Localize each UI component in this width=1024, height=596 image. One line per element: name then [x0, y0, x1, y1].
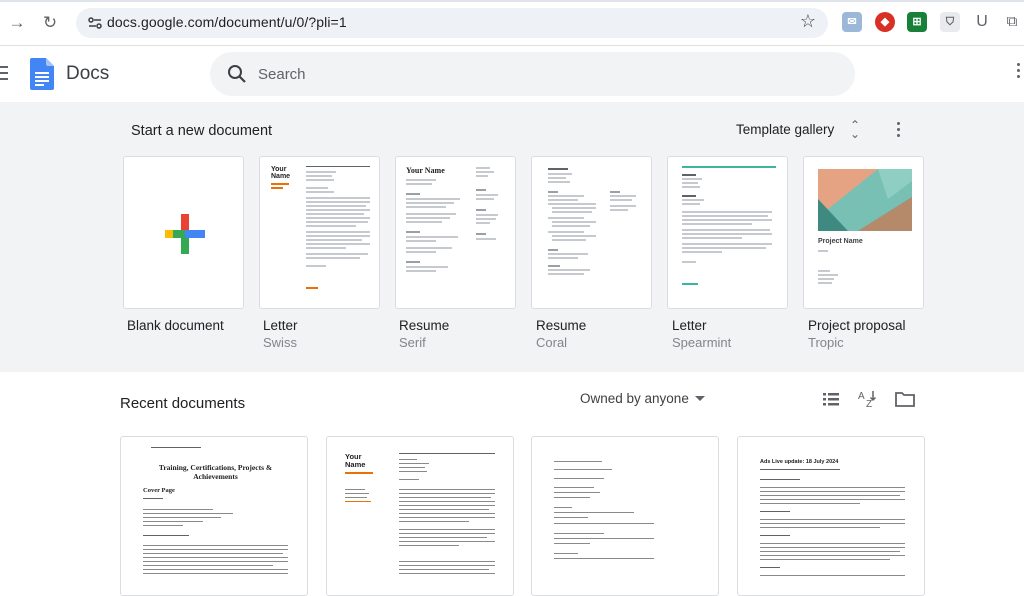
template-more-icon[interactable] — [894, 122, 902, 142]
app-title[interactable]: Docs — [66, 63, 109, 85]
recent-document-card[interactable] — [531, 436, 719, 596]
template-name[interactable]: Project proposal — [808, 318, 906, 333]
svg-text:A: A — [858, 391, 865, 402]
recent-document-card[interactable]: Ads Live update: 18 July 2024 — [737, 436, 925, 596]
browser-toolbar: → ↻ docs.google.com/document/u/0/?pli=1 … — [0, 0, 1024, 46]
template-subtitle: Tropic — [808, 335, 844, 350]
main-menu-icon[interactable] — [0, 66, 8, 80]
sort-az-icon[interactable]: A Z — [857, 388, 879, 410]
recent-document-card[interactable]: Training, Certifications, Projects & Ach… — [120, 436, 308, 596]
site-settings-icon[interactable] — [84, 12, 106, 34]
doc-title: Training, Certifications, Projects & Ach… — [158, 463, 273, 481]
recent-document-card[interactable]: Your Name — [326, 436, 514, 596]
folder-picker-icon[interactable] — [894, 388, 916, 410]
template-section: Start a new document Template gallery ⌃ ⌄… — [0, 102, 1024, 372]
extension-shield-gray-icon[interactable]: ⛉ — [940, 12, 960, 32]
plus-icon — [165, 214, 205, 254]
list-view-icon[interactable] — [820, 388, 842, 410]
reload-icon[interactable]: ↻ — [39, 12, 61, 34]
owner-filter-dropdown[interactable]: Owned by anyone — [580, 391, 689, 406]
doc-title: Your Name — [345, 452, 366, 469]
search-icon[interactable] — [226, 63, 248, 85]
template-subtitle: Coral — [536, 335, 568, 350]
expand-collapse-icon[interactable]: ⌃ ⌄ — [850, 119, 860, 140]
template-card-blank[interactable] — [123, 156, 244, 309]
template-card-resume-serif[interactable]: Your Name — [395, 156, 516, 309]
template-card-resume-coral[interactable] — [531, 156, 652, 309]
forward-icon[interactable]: → — [6, 12, 28, 34]
template-name[interactable]: Resume — [536, 318, 586, 333]
template-section-heading: Start a new document — [131, 123, 273, 139]
bookmark-star-icon[interactable]: ☆ — [800, 11, 816, 32]
template-name[interactable]: Blank document — [127, 318, 224, 333]
address-bar[interactable]: docs.google.com/document/u/0/?pli=1 ☆ — [76, 8, 828, 38]
template-card-letter-swiss[interactable]: Your Name — [259, 156, 380, 309]
tab-strip-edge — [0, 0, 1024, 2]
thumb-name: Project Name — [818, 238, 863, 245]
template-card-project-proposal[interactable]: Project Name — [803, 156, 924, 309]
doc-subheading: Cover Page — [143, 487, 175, 494]
tropic-banner-image — [818, 169, 912, 231]
template-subtitle: Swiss — [263, 335, 297, 350]
search-bar[interactable] — [210, 52, 855, 96]
template-subtitle: Serif — [399, 335, 426, 350]
template-name[interactable]: Letter — [672, 318, 707, 333]
docs-logo-icon[interactable] — [30, 58, 54, 90]
thumb-name: Your Name — [271, 166, 291, 180]
template-gallery-button[interactable]: Template gallery — [736, 122, 834, 137]
thumb-name: Your Name — [406, 166, 445, 175]
template-card-letter-spearmint[interactable] — [667, 156, 788, 309]
more-options-icon[interactable] — [1014, 63, 1022, 83]
url-text[interactable]: docs.google.com/document/u/0/?pli=1 — [107, 14, 347, 30]
recent-documents-heading: Recent documents — [120, 395, 246, 412]
template-name[interactable]: Letter — [263, 318, 298, 333]
extensions-puzzle-icon[interactable]: ⧉ — [1002, 12, 1022, 32]
doc-title: Ads Live update: 18 July 2024 — [760, 459, 839, 465]
extension-mail-icon[interactable]: ✉ — [842, 12, 862, 32]
docs-header: Docs — [0, 47, 1024, 102]
template-name[interactable]: Resume — [399, 318, 449, 333]
search-input[interactable] — [258, 61, 818, 87]
extension-shield-red-icon[interactable]: ◆ — [875, 12, 895, 32]
chevron-down-icon[interactable] — [695, 396, 705, 401]
svg-text:Z: Z — [866, 399, 872, 410]
extension-u-icon[interactable]: U — [972, 12, 992, 32]
template-subtitle: Spearmint — [672, 335, 732, 350]
extension-sheets-icon[interactable]: ⊞ — [907, 12, 927, 32]
